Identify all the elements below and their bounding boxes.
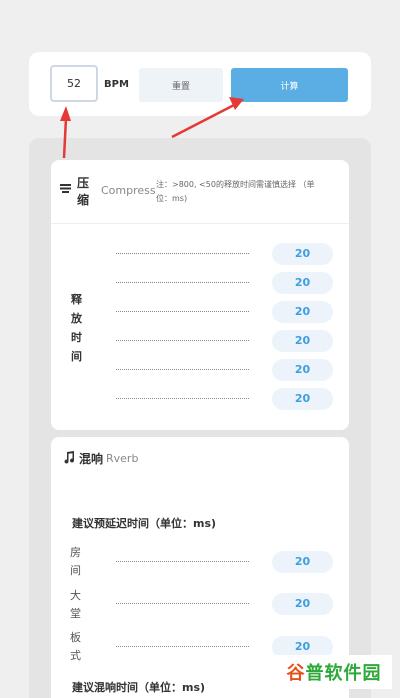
compress-icon bbox=[60, 183, 71, 196]
release-row: 20 bbox=[51, 272, 349, 294]
reset-button[interactable]: 重置 bbox=[139, 68, 223, 102]
dotted-leader bbox=[116, 603, 249, 604]
dotted-leader bbox=[116, 646, 249, 647]
watermark-logo: 谷普软件园 bbox=[276, 655, 392, 689]
predelay-row: 20 bbox=[51, 551, 349, 573]
bpm-control-card: BPM 重置 计算 bbox=[29, 52, 371, 116]
release-row: 20 bbox=[51, 359, 349, 381]
watermark-part-1: 谷 bbox=[286, 663, 306, 684]
predelay-value: 20 bbox=[272, 593, 333, 615]
release-row: 20 bbox=[51, 243, 349, 265]
music-note-icon bbox=[63, 451, 75, 467]
compress-title-en: Compress bbox=[101, 184, 156, 197]
compress-note-line1: 注：>800, <50的释放时间需谨慎选择 （单 bbox=[156, 180, 315, 189]
predelay-row: 20 bbox=[51, 593, 349, 615]
release-row: 20 bbox=[51, 301, 349, 323]
bpm-input[interactable] bbox=[50, 65, 98, 102]
release-value: 20 bbox=[272, 359, 333, 381]
release-value: 20 bbox=[272, 388, 333, 410]
release-value: 20 bbox=[272, 243, 333, 265]
release-value: 20 bbox=[272, 301, 333, 323]
release-value: 20 bbox=[272, 272, 333, 294]
release-row: 20 bbox=[51, 388, 349, 410]
compress-title-char-2: 缩 bbox=[77, 193, 90, 207]
dotted-leader bbox=[116, 398, 249, 399]
reverb-title-cn: 混响 bbox=[79, 452, 104, 466]
dotted-leader bbox=[116, 311, 249, 312]
release-row: 20 bbox=[51, 330, 349, 352]
dotted-leader bbox=[116, 282, 249, 283]
predelay-heading: 建议预延迟时间（单位：ms) bbox=[72, 517, 217, 530]
dotted-leader bbox=[116, 561, 249, 562]
dotted-leader bbox=[116, 253, 249, 254]
compress-divider bbox=[51, 223, 349, 224]
watermark-part-2: 普软件园 bbox=[305, 663, 382, 684]
compress-card: 压 缩 Compress 注：>800, <50的释放时间需谨慎选择 （单 位：… bbox=[51, 160, 349, 430]
compress-title-char-1: 压 bbox=[77, 176, 90, 190]
bpm-label: BPM bbox=[104, 79, 129, 90]
reverb-time-heading: 建议混响时间（单位：ms) bbox=[72, 681, 206, 694]
compress-note-line2: 位：ms) bbox=[156, 194, 188, 203]
dotted-leader bbox=[116, 369, 249, 370]
release-value: 20 bbox=[272, 330, 333, 352]
dotted-leader bbox=[116, 340, 249, 341]
predelay-value: 20 bbox=[272, 551, 333, 573]
reverb-title-en: Rverb bbox=[106, 452, 139, 465]
calculate-button[interactable]: 计算 bbox=[231, 68, 348, 102]
